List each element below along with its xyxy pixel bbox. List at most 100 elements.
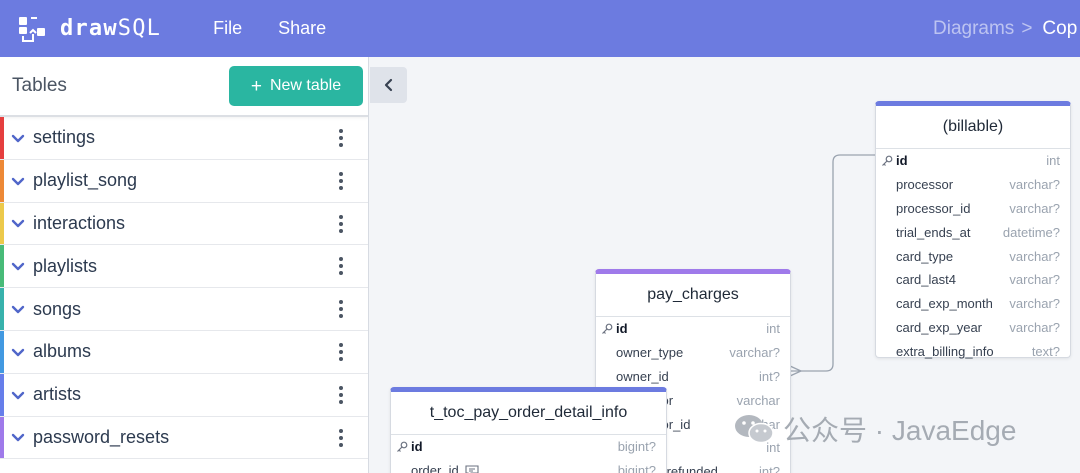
table-color-stripe: [0, 416, 4, 459]
table-color-stripe: [0, 159, 4, 202]
more-options-icon[interactable]: [338, 342, 344, 361]
new-table-button[interactable]: + New table: [229, 66, 363, 106]
collapse-sidebar-button[interactable]: [370, 67, 407, 103]
watermark: 公众号 · JavaEdge: [733, 409, 1016, 449]
column-type: varchar?: [1009, 319, 1060, 335]
key-icon: [397, 441, 408, 452]
table-billable[interactable]: (billable) id int processor varchar? processo…: [875, 101, 1071, 359]
sidebar-item-password-resets[interactable]: password_resets: [0, 416, 368, 460]
column-name: owner_type: [616, 345, 684, 361]
table-title: (billable): [876, 106, 1070, 149]
key-icon: [882, 155, 893, 166]
column-type: bigint?: [617, 439, 656, 455]
chevron-down-icon[interactable]: [10, 215, 26, 231]
column-name: order_id: [411, 463, 459, 473]
comment-icon[interactable]: [465, 465, 479, 473]
table-color-stripe: [0, 330, 4, 373]
sidebar-item-label: albums: [33, 341, 92, 362]
file-menu[interactable]: File: [213, 18, 242, 39]
table-color-stripe: [0, 373, 4, 416]
watermark-text: 公众号 · JavaEdge: [783, 415, 1017, 446]
table-list: settings playlist_song interactions playlis…: [0, 117, 368, 460]
app-logo[interactable]: drawSQL: [18, 15, 161, 43]
table-color-stripe: [0, 245, 4, 288]
column-type: text?: [1031, 343, 1060, 359]
sidebar-item-label: settings: [33, 127, 96, 148]
column-name: trial_ends_at: [896, 224, 971, 240]
table-column[interactable]: owner_type varchar?: [596, 341, 790, 365]
table-column[interactable]: processor varchar?: [876, 173, 1070, 197]
column-name: id: [411, 439, 423, 455]
chevron-down-icon[interactable]: [10, 173, 26, 189]
chevron-left-icon: [384, 78, 392, 92]
breadcrumb: Diagrams > Cop: [933, 0, 1077, 57]
chevron-down-icon[interactable]: [10, 429, 26, 445]
chevron-down-icon[interactable]: [10, 344, 26, 360]
sidebar-item-albums[interactable]: albums: [0, 330, 368, 374]
table-t-toc-pay-order-detail-info[interactable]: t_toc_pay_order_detail_info id bigint? orde…: [390, 387, 667, 473]
more-options-icon[interactable]: [338, 428, 344, 447]
table-column[interactable]: trial_ends_at datetime?: [876, 220, 1070, 244]
more-options-icon[interactable]: [338, 171, 344, 190]
table-column[interactable]: id int: [876, 149, 1070, 173]
table-column[interactable]: owner_id int?: [596, 365, 790, 389]
table-column[interactable]: id bigint?: [391, 435, 666, 459]
column-type: varchar?: [1009, 200, 1060, 216]
sidebar-item-playlist-song[interactable]: playlist_song: [0, 159, 368, 203]
column-type: varchar?: [729, 345, 780, 361]
table-column[interactable]: id int: [596, 317, 790, 341]
table-title: pay_charges: [596, 274, 790, 317]
column-type: int: [766, 321, 780, 337]
table-column[interactable]: card_type varchar?: [876, 244, 1070, 268]
breadcrumb-current[interactable]: Cop: [1042, 18, 1077, 40]
more-options-icon[interactable]: [338, 300, 344, 319]
table-column[interactable]: extra_billing_info text?: [876, 339, 1070, 363]
more-options-icon[interactable]: [338, 214, 344, 233]
column-name: card_last4: [896, 272, 956, 288]
chevron-down-icon[interactable]: [10, 387, 26, 403]
sidebar-item-artists[interactable]: artists: [0, 373, 368, 417]
table-color-stripe: [0, 202, 4, 245]
sidebar-item-interactions[interactable]: interactions: [0, 202, 368, 246]
chevron-down-icon[interactable]: [10, 301, 26, 317]
sidebar-item-playlists[interactable]: playlists: [0, 245, 368, 289]
table-column[interactable]: processor_id varchar?: [876, 197, 1070, 221]
table-column[interactable]: card_exp_month varchar?: [876, 292, 1070, 316]
new-table-label: New table: [269, 77, 342, 94]
share-menu[interactable]: Share: [278, 18, 326, 39]
relationship-line: [790, 154, 875, 372]
more-options-icon[interactable]: [338, 257, 344, 276]
more-options-icon[interactable]: [338, 385, 344, 404]
sidebar-item-songs[interactable]: songs: [0, 288, 368, 331]
column-type: varchar?: [1009, 248, 1060, 264]
chevron-down-icon[interactable]: [10, 130, 26, 146]
column-name: id: [616, 321, 628, 337]
more-options-icon[interactable]: [338, 129, 344, 147]
breadcrumb-separator: >: [1021, 17, 1033, 39]
table-column[interactable]: card_last4 varchar?: [876, 268, 1070, 292]
column-type: varchar?: [1009, 272, 1060, 288]
table-title: t_toc_pay_order_detail_info: [391, 392, 666, 435]
column-name: processor: [896, 177, 954, 193]
table-column[interactable]: order_id bigint?: [391, 459, 666, 473]
column-type: bigint?: [617, 463, 656, 473]
breadcrumb-diagrams[interactable]: Diagrams: [933, 18, 1014, 40]
column-type: datetime?: [1002, 224, 1060, 240]
chevron-down-icon[interactable]: [10, 258, 26, 274]
sidebar-header: Tables + New table: [0, 57, 368, 117]
top-bar: drawSQL File Share Diagrams > Cop: [0, 0, 1080, 57]
plus-icon: +: [250, 75, 262, 97]
column-type: int?: [759, 368, 780, 384]
column-name: card_exp_month: [896, 296, 993, 312]
sidebar-item-settings[interactable]: settings: [0, 117, 368, 160]
logo-icon: [19, 16, 45, 42]
column-type: varchar?: [1009, 177, 1060, 193]
sidebar-item-label: songs: [33, 298, 82, 319]
column-name: id: [896, 153, 908, 169]
sidebar-item-label: playlist_song: [33, 170, 138, 191]
sidebar-item-label: playlists: [33, 255, 98, 276]
app-name: drawSQL: [60, 16, 162, 41]
table-color-stripe: [0, 288, 4, 330]
sidebar-title: Tables: [12, 75, 67, 96]
table-column[interactable]: card_exp_year varchar?: [876, 316, 1070, 340]
